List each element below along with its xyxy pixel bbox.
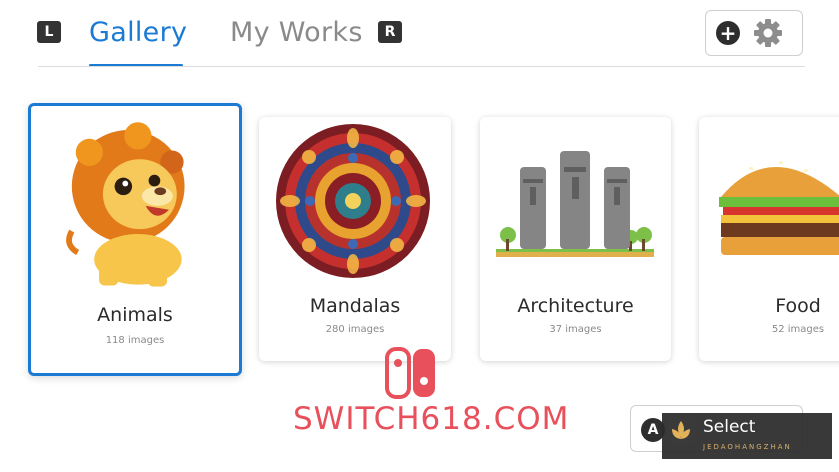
header-divider: [38, 66, 805, 67]
moai-illustration: [496, 151, 654, 257]
header-actions: +: [705, 10, 803, 56]
select-label: Select: [703, 417, 756, 437]
category-title: Animals: [97, 304, 173, 326]
category-card-architecture[interactable]: Architecture 37 images: [480, 117, 671, 361]
category-count: 280 images: [325, 324, 385, 335]
category-title: Mandalas: [309, 295, 401, 317]
category-card-animals[interactable]: Animals 118 images: [28, 103, 242, 376]
category-card-food[interactable]: Food 52 images: [699, 117, 839, 361]
burger-illustration: [719, 161, 839, 255]
category-count: 118 images: [105, 335, 165, 346]
overlay-subtext: JEDAOHANGZHAN: [703, 443, 792, 451]
category-card-mandalas[interactable]: Mandalas 280 images: [259, 117, 451, 361]
tab-my-works[interactable]: My Works: [230, 14, 363, 52]
lotus-logo-icon: [667, 417, 695, 445]
lion-illustration: [66, 122, 185, 287]
watermark-text: SWITCH618.COM: [293, 401, 570, 437]
category-title: Architecture: [517, 295, 634, 317]
gear-icon[interactable]: [752, 17, 784, 49]
plus-circle-icon[interactable]: +: [716, 21, 740, 45]
l-shoulder-glyph: L: [37, 21, 61, 43]
tab-gallery[interactable]: Gallery: [89, 14, 187, 52]
header-bar: L Gallery My Works R +: [0, 0, 839, 70]
mandala-illustration: [276, 124, 430, 278]
category-title: Food: [775, 295, 821, 317]
switch-logo-icon: [385, 347, 435, 399]
category-count: 52 images: [771, 324, 825, 335]
r-shoulder-glyph: R: [378, 21, 402, 43]
category-count: 37 images: [549, 324, 602, 335]
